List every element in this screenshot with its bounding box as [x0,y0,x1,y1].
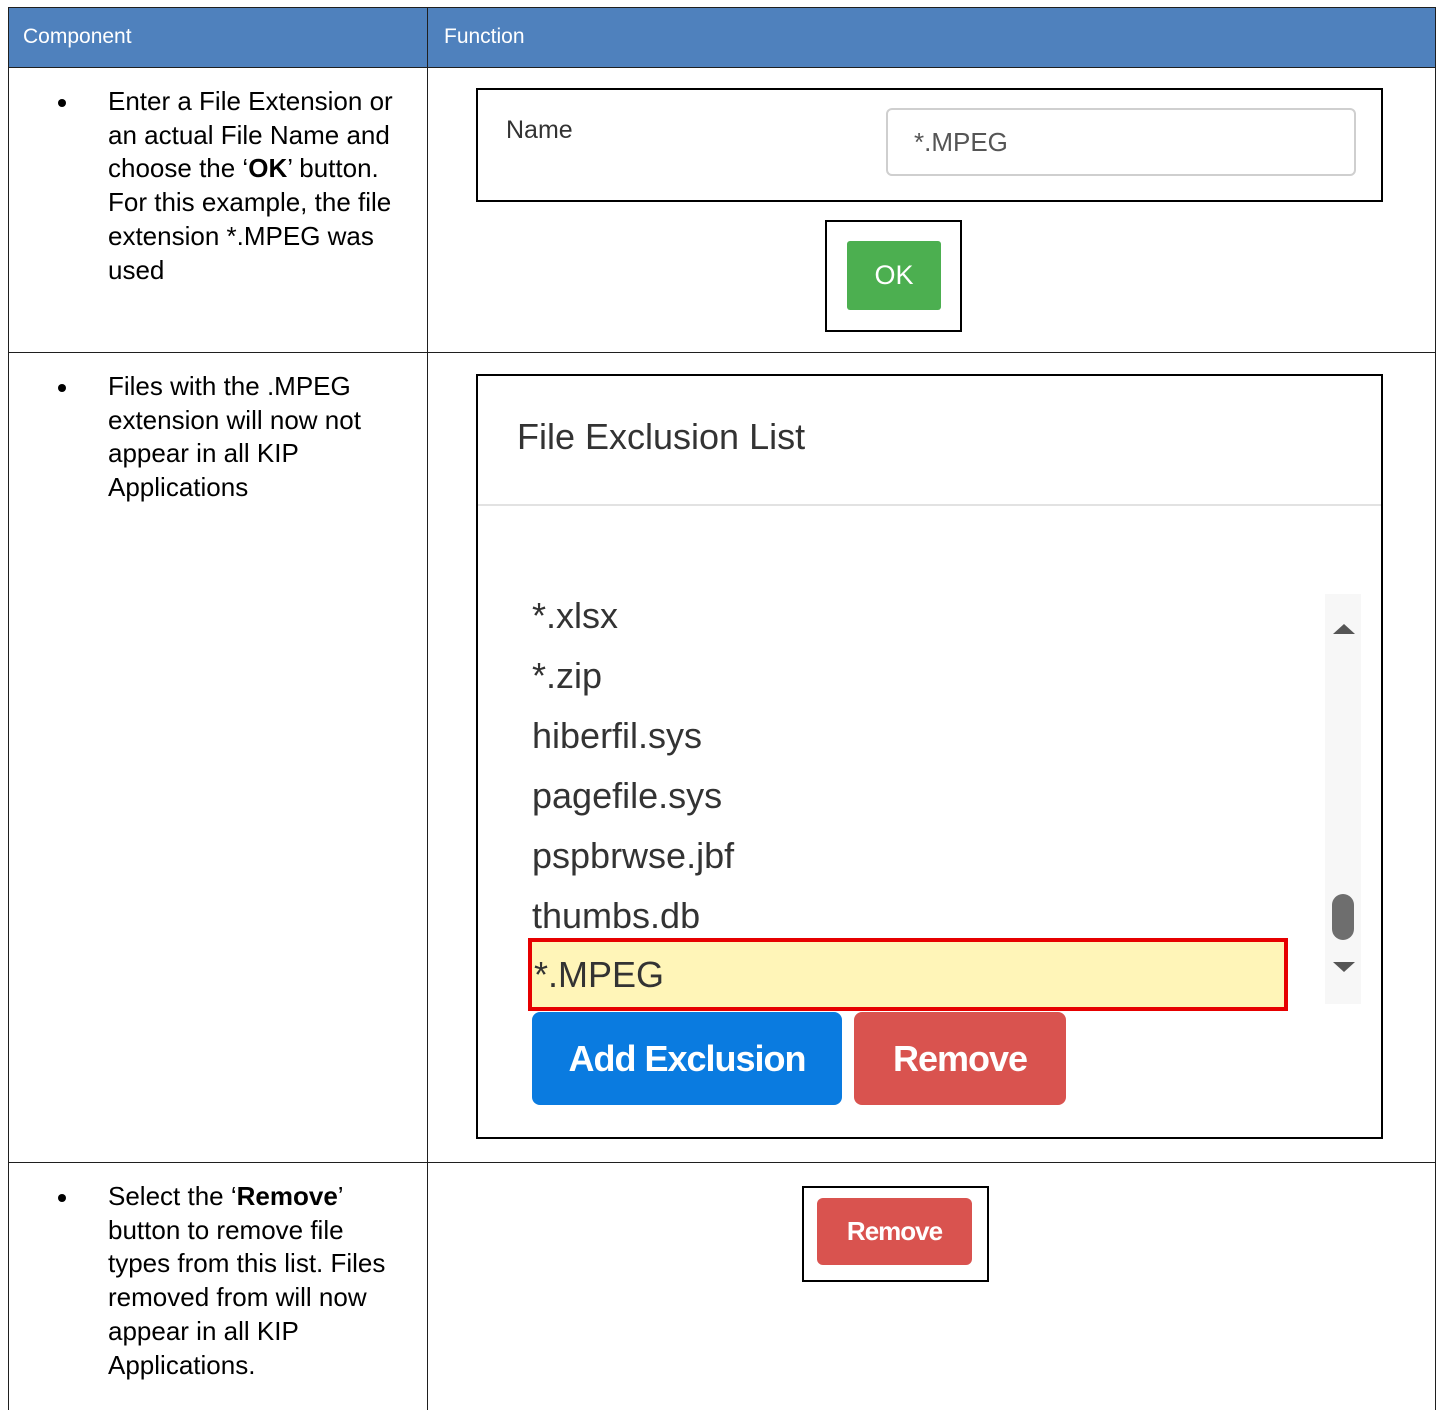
row3-text: Select the ‘Remove’ button to remove fil… [108,1181,386,1380]
row-divider [8,1162,1436,1163]
scroll-down-icon[interactable] [1333,962,1355,972]
list-item[interactable]: pspbrwse.jbf [532,826,1292,886]
remove-button[interactable]: Remove [817,1198,972,1265]
name-dialog: Name [476,88,1383,202]
list-item[interactable]: pagefile.sys [532,766,1292,826]
list-scrollbar[interactable] [1325,594,1361,1004]
header-component: Component [23,25,132,48]
row1-text: Enter a File Extension or an actual File… [108,86,393,285]
bullet-dot [58,1194,66,1202]
bullet-dot [58,99,66,107]
list-item[interactable]: *.xlsx [532,586,1292,646]
grid-line [1435,7,1436,1410]
grid-line [427,7,428,1410]
header-function: Function [444,25,525,48]
list-item[interactable]: *.zip [532,646,1292,706]
scroll-thumb[interactable] [1332,894,1354,940]
row2-text: Files with the .MPEG extension will now … [108,371,361,503]
row-divider [8,352,1436,353]
remove-button-frame: Remove [802,1186,989,1282]
exclusion-list[interactable]: *.xlsx *.zip hiberfil.sys pagefile.sys p… [528,586,1292,1011]
name-input[interactable] [886,108,1356,176]
ok-button[interactable]: OK [847,241,941,310]
add-exclusion-button[interactable]: Add Exclusion [532,1012,842,1105]
dialog-title: File Exclusion List [517,416,806,457]
selected-list-item[interactable]: *.MPEG [528,938,1288,1011]
remove-button[interactable]: Remove [854,1012,1066,1105]
scroll-up-icon[interactable] [1333,624,1355,634]
bullet-dot [58,384,66,392]
table-header: Component Function [8,7,1435,68]
list-item[interactable]: hiberfil.sys [532,706,1292,766]
ok-button-frame: OK [825,220,962,332]
grid-line [8,7,9,1410]
dialog-divider [478,504,1381,506]
list-item[interactable]: thumbs.db [532,886,1292,946]
file-exclusion-dialog: File Exclusion List *.xlsx *.zip hiberfi… [476,374,1383,1139]
name-label: Name [506,116,573,144]
